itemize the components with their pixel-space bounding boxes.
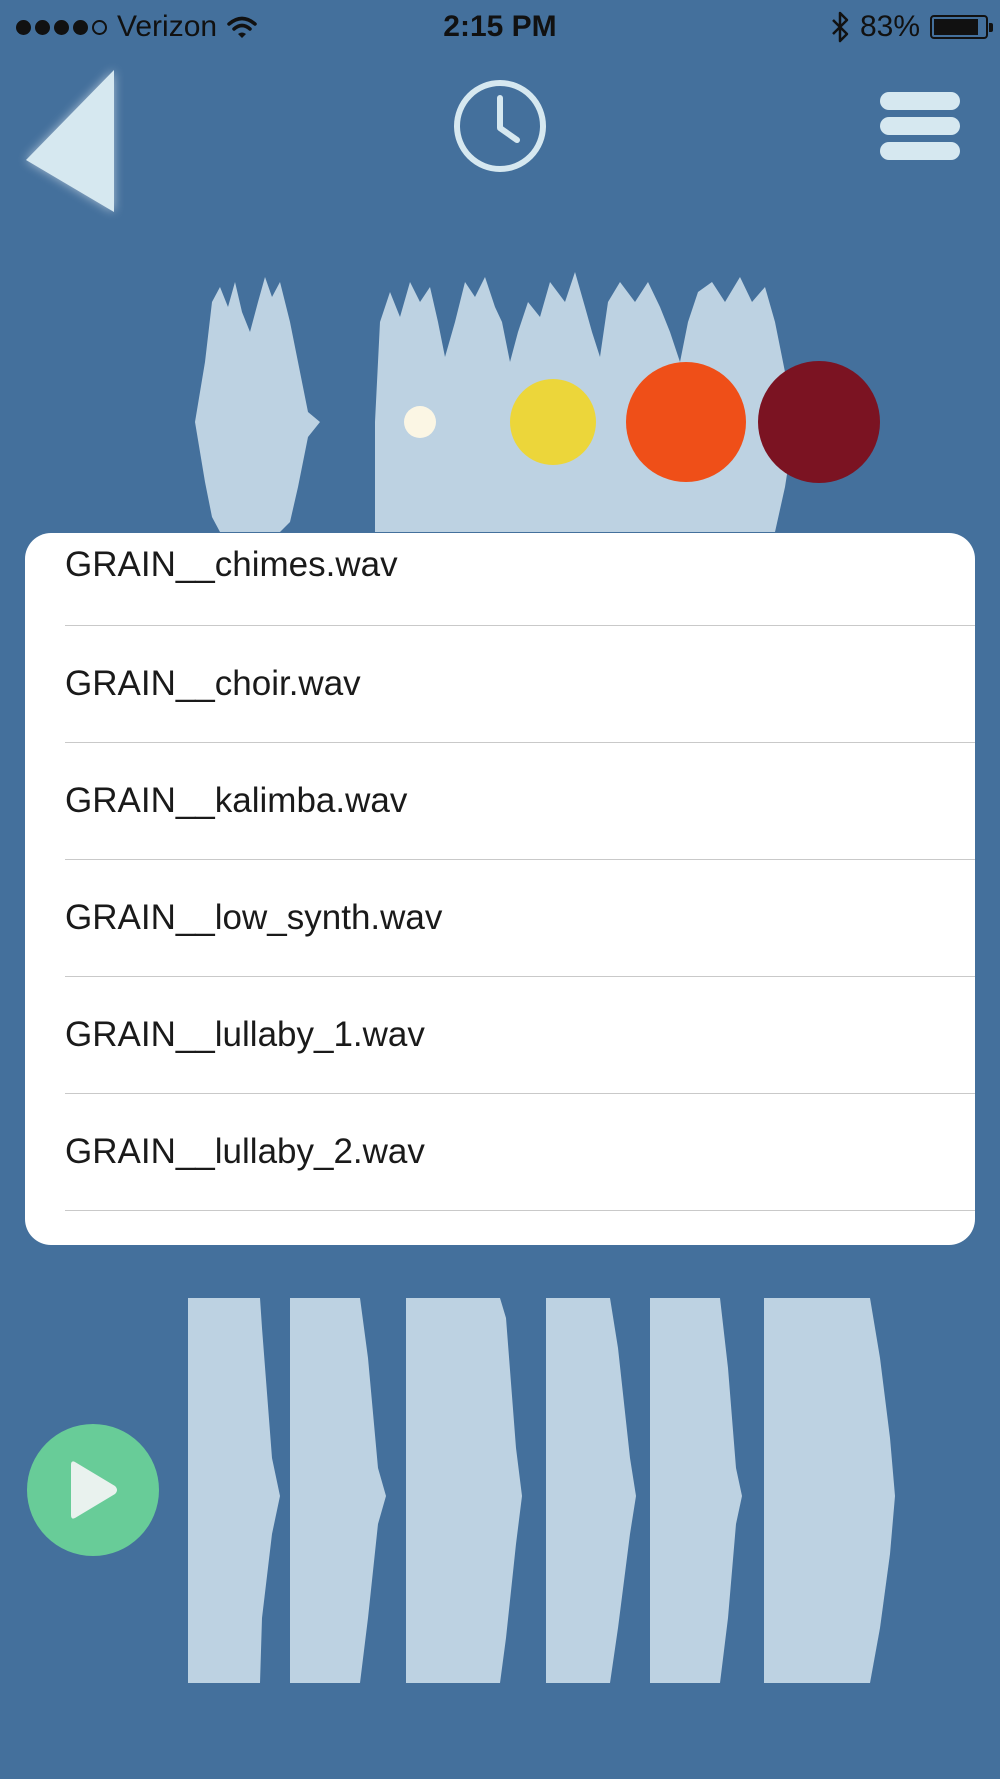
file-name: GRAIN__chimes.wav [65, 545, 398, 584]
bottom-waveform[interactable] [180, 1298, 920, 1683]
grain-marker-1[interactable] [404, 406, 436, 438]
play-icon [71, 1461, 117, 1519]
list-item[interactable]: GRAIN__lullaby_1.wav [65, 977, 975, 1094]
file-name: GRAIN__low_synth.wav [65, 898, 443, 937]
play-button[interactable] [27, 1424, 159, 1556]
top-waveform-editor[interactable] [180, 262, 900, 532]
list-item[interactable]: GRAIN__low_synth.wav [65, 860, 975, 977]
grain-marker-2[interactable] [510, 379, 596, 465]
grain-marker-3[interactable] [626, 362, 746, 482]
menu-button[interactable] [878, 88, 962, 164]
list-item[interactable]: GRAIN__chimes.wav [65, 533, 975, 626]
back-triangle-icon [26, 70, 114, 212]
file-name: GRAIN__kalimba.wav [65, 781, 408, 820]
clock-icon [454, 80, 546, 172]
battery-icon [930, 15, 993, 39]
bluetooth-icon [832, 11, 849, 43]
status-bar: Verizon 2:15 PM 83% [0, 0, 1000, 56]
grain-marker-4[interactable] [758, 361, 880, 483]
history-button[interactable] [450, 76, 550, 176]
file-name: GRAIN__lullaby_2.wav [65, 1132, 425, 1171]
battery-info: 83% [830, 10, 993, 44]
file-name: GRAIN__choir.wav [65, 664, 361, 703]
list-item[interactable]: GRAIN__choir.wav [65, 626, 975, 743]
hamburger-menu-icon [880, 92, 960, 160]
list-item[interactable]: GRAIN__lullaby_2.wav [65, 1094, 975, 1211]
back-button[interactable] [18, 62, 128, 222]
list-item[interactable]: GRAIN__kalimba.wav [65, 743, 975, 860]
battery-percentage: 83% [859, 10, 920, 43]
file-list[interactable]: GRAIN__chimes.wav GRAIN__choir.wav GRAIN… [25, 533, 975, 1245]
file-name: GRAIN__lullaby_1.wav [65, 1015, 425, 1054]
